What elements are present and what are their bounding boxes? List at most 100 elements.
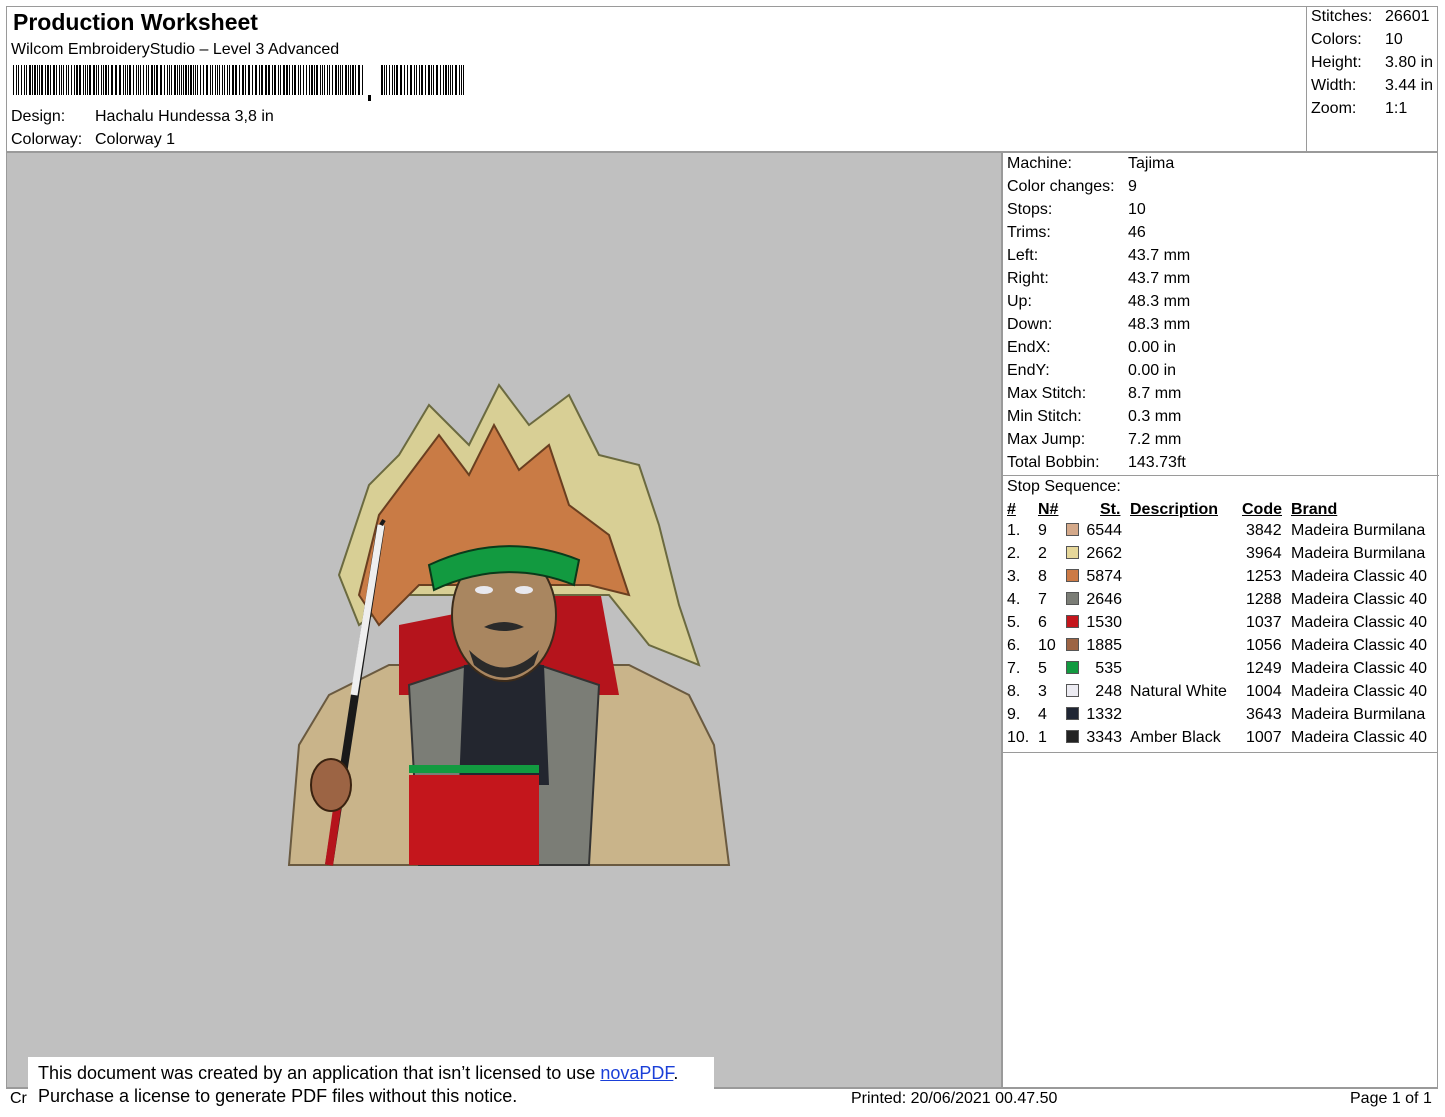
barcode-bar xyxy=(274,65,276,95)
table-row: 4. 7 2646 1288 Madeira Classic 40 xyxy=(1003,589,1439,612)
barcode-bar xyxy=(45,65,46,95)
barcode-bar xyxy=(224,65,225,95)
info-total-bobbin: Total Bobbin: 143.73ft xyxy=(1007,454,1186,471)
table-header: # N# St. Description Code Brand xyxy=(1003,498,1439,520)
info-endx: EndX: 0.00 in xyxy=(1007,339,1177,356)
barcode-bar xyxy=(37,65,38,95)
barcode-bar xyxy=(24,65,25,95)
barcode-bar xyxy=(13,65,14,95)
barcode-bar xyxy=(210,65,211,95)
barcode-bar xyxy=(433,65,434,95)
barcode-bar xyxy=(85,65,86,95)
footer-left-text: Cr xyxy=(10,1090,27,1107)
row-brand: Madeira Burmilana xyxy=(1291,545,1426,562)
color-swatch xyxy=(1066,592,1079,605)
barcode-bar xyxy=(26,65,27,95)
row-needle: 9 xyxy=(1038,522,1047,539)
barcode-bar xyxy=(89,65,91,95)
row-stitches: 1332 xyxy=(1086,706,1122,723)
row-needle: 4 xyxy=(1038,706,1047,723)
color-swatch xyxy=(1066,615,1079,628)
barcode-bar xyxy=(314,65,315,95)
table-row: 1. 9 6544 3842 Madeira Burmilana xyxy=(1003,520,1439,543)
row-brand: Madeira Burmilana xyxy=(1291,706,1426,723)
barcode-bar xyxy=(410,65,412,95)
barcode-bar xyxy=(394,65,395,95)
barcode-bar xyxy=(358,65,360,95)
barcode-bar xyxy=(119,65,121,95)
row-num: 1. xyxy=(1007,522,1021,539)
barcode-bar xyxy=(171,65,172,95)
barcode-bar xyxy=(56,65,57,95)
barcode-bar xyxy=(154,65,155,95)
divider xyxy=(1003,475,1439,476)
row-needle: 8 xyxy=(1038,568,1047,585)
barcode-bar xyxy=(355,65,356,95)
barcode-bar xyxy=(193,65,194,95)
row-description: Amber Black xyxy=(1130,729,1221,746)
design-label: Design: xyxy=(11,108,66,125)
barcode-bar xyxy=(181,65,182,95)
barcode-bar xyxy=(384,65,385,95)
row-num: 3. xyxy=(1007,568,1021,585)
row-stitches: 1530 xyxy=(1086,614,1122,631)
info-endy: EndY: 0.00 in xyxy=(1007,362,1177,379)
row-stitches: 1885 xyxy=(1086,637,1122,654)
row-needle: 10 xyxy=(1038,637,1056,654)
barcode-bar xyxy=(169,65,170,95)
header-brand: Brand xyxy=(1291,501,1338,518)
row-code: 1249 xyxy=(1246,660,1282,677)
stat-stitches: Stitches: 26601 xyxy=(1311,8,1430,25)
row-stitches: 2662 xyxy=(1086,545,1122,562)
barcode-bar xyxy=(292,65,293,95)
row-code: 1056 xyxy=(1246,637,1282,654)
barcode-comma xyxy=(368,95,371,101)
barcode-bar xyxy=(227,65,228,95)
table-row: 10. 1 3343 Amber Black 1007 Madeira Classic 4… xyxy=(1003,727,1439,750)
row-code: 3842 xyxy=(1246,522,1282,539)
barcode-bar xyxy=(93,65,95,95)
barcode-bar xyxy=(242,65,244,95)
barcode-bar xyxy=(212,65,213,95)
header-needle: N# xyxy=(1038,501,1059,518)
barcode-bar xyxy=(272,65,273,95)
barcode-bar xyxy=(63,65,64,95)
barcode-bar xyxy=(232,65,234,95)
stats-box: Stitches: 26601 Colors: 10 Height: 3.80 in … xyxy=(1306,6,1439,152)
row-stitches: 3343 xyxy=(1086,729,1122,746)
software-subtitle: Wilcom EmbroideryStudio – Level 3 Advanc… xyxy=(11,41,340,58)
barcode-bar xyxy=(179,65,180,95)
barcode-bar xyxy=(283,65,285,95)
row-num: 10. xyxy=(1007,729,1030,746)
stat-width: Width: 3.44 in xyxy=(1311,77,1434,94)
barcode-bar xyxy=(322,65,323,95)
barcode-bar xyxy=(105,65,107,95)
barcode-bar xyxy=(261,65,263,95)
barcode-bar xyxy=(129,65,131,95)
notice-line-1: This document was created by an applicat… xyxy=(38,1063,679,1083)
row-num: 4. xyxy=(1007,591,1021,608)
barcode-bar xyxy=(324,65,325,95)
row-brand: Madeira Classic 40 xyxy=(1291,568,1428,585)
barcode xyxy=(13,65,464,101)
divider xyxy=(1002,752,1438,753)
barcode-bar xyxy=(219,65,220,95)
stat-colors: Colors: 10 xyxy=(1311,31,1403,48)
barcode-bar xyxy=(203,65,204,95)
barcode-bar xyxy=(61,65,62,95)
row-brand: Madeira Classic 40 xyxy=(1291,614,1428,631)
header-num: # xyxy=(1007,501,1016,518)
design-value: Hachalu Hundessa 3,8 in xyxy=(95,108,274,125)
row-needle: 6 xyxy=(1038,614,1047,631)
table-row: 5. 6 1530 1037 Madeira Classic 40 xyxy=(1003,612,1439,635)
row-num: 8. xyxy=(1007,683,1021,700)
novapdf-link[interactable]: novaPDF xyxy=(600,1063,673,1083)
barcode-bar xyxy=(125,65,126,95)
barcode-bar xyxy=(127,65,128,95)
info-color-changes: Color changes: 9 xyxy=(1007,178,1137,195)
barcode-bar xyxy=(306,65,307,95)
page-title: Production Worksheet xyxy=(13,9,258,35)
barcode-bar xyxy=(428,65,430,95)
barcode-bar xyxy=(47,65,49,95)
info-up: Up: 48.3 mm xyxy=(1007,293,1191,310)
